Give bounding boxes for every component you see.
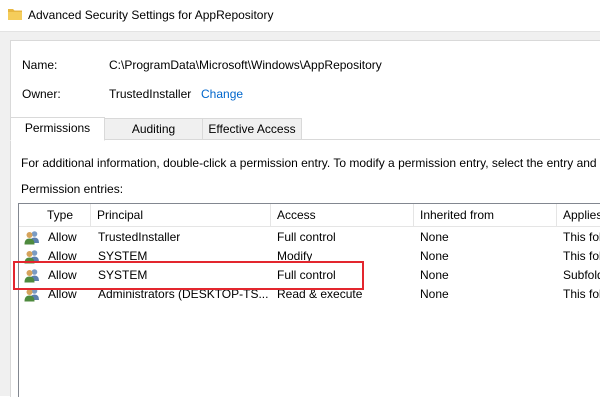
users-icon: [24, 250, 39, 264]
cell-inherited-from: None: [420, 230, 449, 244]
list-header: Type Principal Access Inherited from App…: [19, 204, 600, 227]
table-row[interactable]: Allow Administrators (DESKTOP-TS... Read…: [19, 285, 600, 304]
cell-access: Full control: [277, 268, 336, 282]
users-icon: [24, 231, 39, 245]
cell-applies-to: This fol: [563, 230, 600, 244]
column-type[interactable]: Type: [41, 204, 91, 226]
column-inherited-from[interactable]: Inherited from: [414, 204, 557, 226]
cell-access: Read & execute: [277, 287, 363, 301]
users-icon: [24, 288, 39, 302]
name-label: Name:: [22, 58, 58, 72]
column-principal[interactable]: Principal: [91, 204, 271, 226]
cell-inherited-from: None: [420, 287, 449, 301]
folder-icon: [8, 9, 22, 20]
permission-entries-list[interactable]: Type Principal Access Inherited from App…: [18, 203, 600, 397]
column-applies-to[interactable]: Applies: [557, 204, 600, 226]
table-row[interactable]: Allow TrustedInstaller Full control None…: [19, 228, 600, 247]
instructions-text: For additional information, double-click…: [21, 156, 597, 170]
table-row[interactable]: Allow SYSTEM Modify None This fol: [19, 247, 600, 266]
tab-permissions[interactable]: Permissions: [10, 117, 105, 141]
tab-effective-access[interactable]: Effective Access: [202, 118, 302, 140]
cell-principal: SYSTEM: [98, 249, 148, 263]
cell-type: Allow: [48, 268, 77, 282]
cell-applies-to: This fol: [563, 249, 600, 263]
cell-type: Allow: [48, 230, 77, 244]
cell-principal: SYSTEM: [98, 268, 148, 282]
cell-applies-to: This fol: [563, 287, 600, 301]
cell-inherited-from: None: [420, 268, 449, 282]
cell-type: Allow: [48, 287, 77, 301]
tab-auditing[interactable]: Auditing: [104, 118, 203, 140]
change-owner-link[interactable]: Change: [201, 87, 243, 101]
cell-applies-to: Subfold: [563, 268, 600, 282]
cell-principal: Administrators (DESKTOP-TS...: [98, 287, 269, 301]
window-title: Advanced Security Settings for AppReposi…: [28, 8, 274, 22]
cell-type: Allow: [48, 249, 77, 263]
users-icon: [24, 269, 39, 283]
cell-access: Modify: [277, 249, 313, 263]
owner-label: Owner:: [22, 87, 61, 101]
permission-entries-label: Permission entries:: [21, 182, 124, 196]
cell-access: Full control: [277, 230, 336, 244]
table-row[interactable]: Allow SYSTEM Full control None Subfold: [19, 266, 600, 285]
cell-principal: TrustedInstaller: [98, 230, 181, 244]
column-access[interactable]: Access: [271, 204, 414, 226]
cell-inherited-from: None: [420, 249, 449, 263]
object-path: C:\ProgramData\Microsoft\Windows\AppRepo…: [109, 58, 382, 72]
owner-value: TrustedInstaller: [109, 87, 192, 101]
title-bar: Advanced Security Settings for AppReposi…: [0, 0, 600, 31]
